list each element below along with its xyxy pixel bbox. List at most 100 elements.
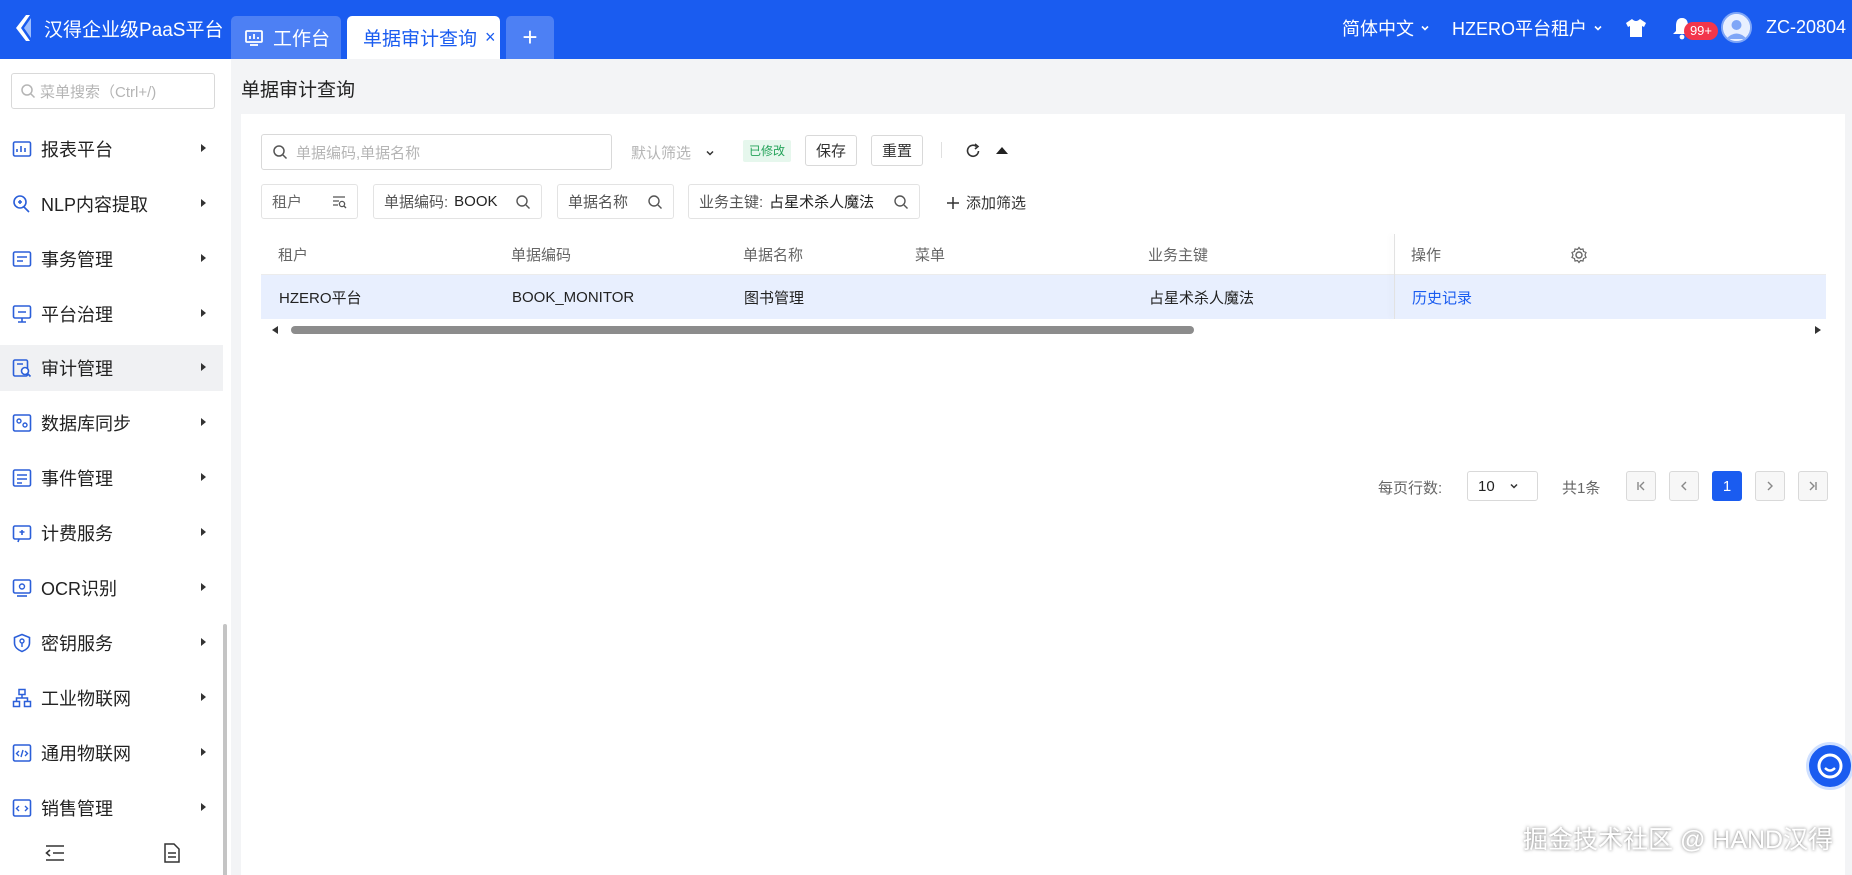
sidebar-item-label: 事务管理 bbox=[41, 250, 113, 270]
tenant-label: HZERO平台租户 bbox=[1451, 18, 1587, 39]
reset-button[interactable]: 重置 bbox=[871, 135, 923, 166]
database-sync-icon bbox=[12, 414, 32, 432]
billing-icon bbox=[12, 525, 32, 543]
tab-workbench[interactable]: 工作台 bbox=[231, 16, 341, 59]
scrollbar-thumb[interactable] bbox=[291, 326, 1194, 334]
top-right-controls: 简体中文 HZERO平台租户 99+ ZC-20804 bbox=[1342, 0, 1852, 55]
notification-button[interactable]: 99+ bbox=[1671, 16, 1719, 40]
scroll-left-arrow-icon[interactable] bbox=[270, 325, 280, 335]
floating-assistant-button[interactable] bbox=[1806, 742, 1852, 790]
sidebar-item-billing[interactable]: 计费服务 bbox=[0, 510, 223, 556]
watermark: 掘金技术社区 @ HAND汉得 bbox=[1523, 826, 1834, 854]
refresh-icon[interactable] bbox=[964, 142, 982, 160]
search-icon bbox=[273, 145, 288, 160]
prev-page-button[interactable] bbox=[1669, 471, 1699, 501]
horizontal-scrollbar[interactable] bbox=[261, 322, 1826, 336]
key-icon bbox=[13, 633, 31, 653]
page-size-label: 每页行数: bbox=[1378, 480, 1443, 497]
key-filter-label: 业务主键: bbox=[699, 194, 764, 211]
language-select[interactable]: 简体中文 bbox=[1342, 15, 1430, 41]
add-tab-button[interactable]: + bbox=[506, 16, 554, 59]
column-header-business-key: 业务主键 bbox=[1148, 246, 1209, 264]
app-logo[interactable]: 汉得企业级PaaS平台 bbox=[12, 14, 223, 42]
document-name-filter-chip[interactable]: 单据名称 bbox=[557, 184, 674, 219]
user-menu[interactable]: ZC-20804 bbox=[1766, 17, 1846, 38]
content-card: 单据编码,单据名称 默认筛选 已修改 保存 重置 租户 单据编码: BOOK 单… bbox=[241, 114, 1845, 875]
hand-logo-icon bbox=[16, 15, 31, 41]
app-title: 汉得企业级PaaS平台 bbox=[44, 19, 224, 41]
table-header: 租户 单据编码 单据名称 菜单 业务主键 操作 bbox=[261, 234, 1826, 275]
theme-shirt-icon[interactable] bbox=[1625, 18, 1647, 38]
total-count: 共1条 bbox=[1562, 480, 1601, 497]
sidebar-item-label: 事件管理 bbox=[41, 469, 113, 489]
sidebar-item-transaction[interactable]: 事务管理 bbox=[0, 236, 223, 282]
search-placeholder: 单据编码,单据名称 bbox=[296, 144, 421, 162]
default-filter-select[interactable]: 默认筛选 bbox=[631, 142, 715, 163]
cell-code: BOOK_MONITOR bbox=[512, 288, 635, 306]
dashboard-icon bbox=[245, 29, 263, 46]
report-icon bbox=[12, 141, 32, 157]
tenant-filter-chip[interactable]: 租户 bbox=[261, 184, 358, 219]
save-button[interactable]: 保存 bbox=[805, 135, 857, 166]
last-page-icon bbox=[1809, 481, 1817, 491]
business-key-filter-chip[interactable]: 业务主键: 占星术杀人魔法 bbox=[688, 184, 920, 219]
collapse-menu-icon[interactable] bbox=[44, 843, 66, 863]
table-row[interactable]: HZERO平台 BOOK_MONITOR 图书管理 占星术杀人魔法 历史记录 bbox=[261, 275, 1826, 319]
page-title: 单据审计查询 bbox=[241, 80, 356, 101]
user-avatar[interactable] bbox=[1720, 12, 1752, 43]
page-number-button[interactable]: 1 bbox=[1712, 471, 1742, 501]
last-page-button[interactable] bbox=[1798, 471, 1828, 501]
scroll-right-arrow-icon[interactable] bbox=[1813, 325, 1823, 335]
audit-icon bbox=[12, 359, 32, 378]
key-filter-value: 占星术杀人魔法 bbox=[769, 194, 875, 211]
sidebar-item-ocr[interactable]: OCR识别 bbox=[0, 565, 223, 611]
iot-icon bbox=[12, 744, 32, 762]
sidebar-item-database-sync[interactable]: 数据库同步 bbox=[0, 400, 223, 446]
page-size-select[interactable]: 10 bbox=[1467, 471, 1538, 501]
sidebar-item-audit[interactable]: 审计管理 bbox=[0, 345, 223, 391]
sidebar-item-label: 销售管理 bbox=[41, 799, 113, 819]
collapse-filter-icon[interactable] bbox=[993, 142, 1011, 160]
close-tab-icon[interactable]: × bbox=[485, 27, 496, 48]
sidebar-item-event[interactable]: 事件管理 bbox=[0, 455, 223, 501]
top-navigation-bar: 汉得企业级PaaS平台 工作台 单据审计查询 × + 简体中文 HZERO平台租… bbox=[0, 0, 1852, 59]
sidebar-item-nlp[interactable]: NLP内容提取 bbox=[0, 181, 223, 227]
sidebar-item-label: OCR识别 bbox=[41, 579, 117, 599]
sidebar-item-report-platform[interactable]: 报表平台 bbox=[0, 126, 223, 172]
ocr-icon bbox=[12, 579, 32, 597]
cell-business-key: 占星术杀人魔法 bbox=[1149, 289, 1255, 307]
caret-right-icon bbox=[201, 418, 206, 426]
caret-right-icon bbox=[201, 583, 206, 591]
sidebar: 菜单搜索（Ctrl+/) 报表平台 NLP内容提取 事务管理 平台治理 审计管理… bbox=[0, 59, 231, 875]
sidebar-item-general-iot[interactable]: 通用物联网 bbox=[0, 730, 223, 776]
sidebar-item-label: 平台治理 bbox=[41, 305, 113, 325]
tenant-select[interactable]: HZERO平台租户 bbox=[1452, 15, 1603, 41]
event-icon bbox=[12, 469, 32, 487]
cell-tenant: HZERO平台 bbox=[279, 289, 362, 307]
first-page-button[interactable] bbox=[1626, 471, 1656, 501]
menu-search-input[interactable]: 菜单搜索（Ctrl+/) bbox=[11, 73, 215, 109]
history-record-link[interactable]: 历史记录 bbox=[1412, 275, 1472, 319]
tab-document-audit-query[interactable]: 单据审计查询 × bbox=[347, 16, 500, 59]
caret-right-icon bbox=[201, 638, 206, 646]
document-icon[interactable] bbox=[161, 843, 183, 863]
add-filter-button[interactable]: 添加筛选 bbox=[946, 192, 1026, 213]
table-settings-gear-icon[interactable] bbox=[1570, 246, 1588, 264]
column-header-action: 操作 bbox=[1411, 246, 1442, 264]
iiot-icon bbox=[12, 688, 32, 708]
next-page-button[interactable] bbox=[1755, 471, 1785, 501]
document-code-filter-chip[interactable]: 单据编码: BOOK bbox=[373, 184, 542, 219]
sidebar-item-sales[interactable]: 销售管理 bbox=[0, 785, 223, 831]
sidebar-item-label: 审计管理 bbox=[41, 359, 113, 379]
plus-icon bbox=[947, 196, 959, 209]
sidebar-item-label: 数据库同步 bbox=[41, 414, 131, 434]
caret-right-icon bbox=[201, 748, 206, 756]
sales-icon bbox=[12, 799, 32, 817]
document-search-input[interactable]: 单据编码,单据名称 bbox=[261, 134, 612, 170]
sidebar-item-label: NLP内容提取 bbox=[41, 195, 149, 215]
sidebar-item-key-service[interactable]: 密钥服务 bbox=[0, 620, 223, 666]
search-icon bbox=[516, 194, 530, 209]
column-header-name: 单据名称 bbox=[743, 246, 804, 264]
sidebar-item-governance[interactable]: 平台治理 bbox=[0, 291, 223, 337]
sidebar-item-industrial-iot[interactable]: 工业物联网 bbox=[0, 675, 223, 721]
